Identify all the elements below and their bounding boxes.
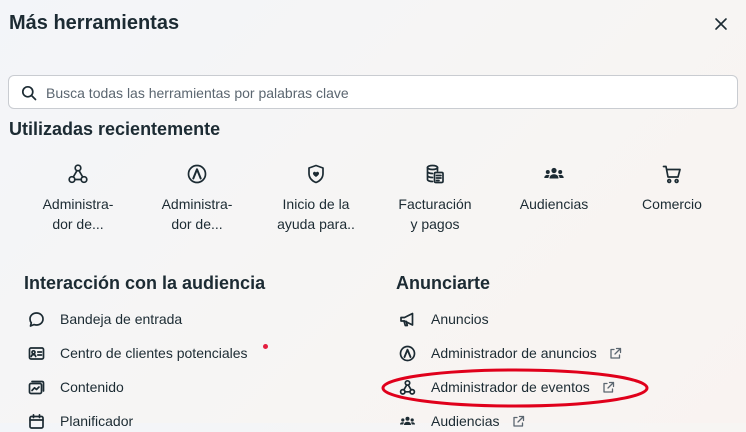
menu-item-audiences[interactable]: Audiencias xyxy=(399,410,525,432)
menu-item-inbox[interactable]: Bandeja de entrada xyxy=(28,308,182,330)
events-manager-icon xyxy=(68,164,88,184)
menu-item-events-manager[interactable]: Administrador de eventos xyxy=(399,376,615,398)
advertise-section-title: Anunciarte xyxy=(396,273,491,293)
cart-icon xyxy=(662,165,681,184)
search-input[interactable] xyxy=(44,80,728,106)
billing-icon xyxy=(426,164,444,184)
engagement-section-title: Interacción con la audiencia xyxy=(24,273,266,293)
recent-item-commerce[interactable]: Comercio xyxy=(613,163,731,214)
recent-item-label: Administra- dor de... xyxy=(161,196,233,232)
search-icon xyxy=(21,85,37,101)
recent-item-label: Audiencias xyxy=(519,196,589,212)
menu-item-label: Anuncios xyxy=(431,311,489,327)
ads-manager-icon xyxy=(399,345,416,361)
close-icon[interactable] xyxy=(711,14,731,34)
recent-item-label: Inicio de la ayuda para.. xyxy=(277,196,355,232)
recent-item-audiences[interactable]: Audiencias xyxy=(495,163,613,214)
recent-item-ads-manager[interactable]: Administra- dor de... xyxy=(138,163,256,234)
chat-bubble-icon xyxy=(29,311,44,327)
calendar-icon xyxy=(29,413,44,429)
recent-section-title: Utilizadas recientemente xyxy=(9,119,221,139)
ads-manager-icon xyxy=(187,164,207,184)
audiences-icon xyxy=(400,416,415,425)
menu-item-label: Administrador de eventos xyxy=(431,379,590,395)
recent-item-events-manager[interactable]: Administra- dor de... xyxy=(19,163,137,234)
menu-item-label: Administrador de anuncios xyxy=(431,345,597,361)
menu-item-planner[interactable]: Planificador xyxy=(28,410,133,432)
recent-item-label: Administra- dor de... xyxy=(42,196,114,232)
menu-item-leads-center[interactable]: Centro de clientes potenciales xyxy=(28,342,248,364)
external-link-icon xyxy=(603,381,614,393)
notification-dot xyxy=(263,344,268,349)
menu-item-label: Contenido xyxy=(60,379,124,395)
external-link-icon xyxy=(512,415,524,427)
recent-item-help-center[interactable]: Inicio de la ayuda para.. xyxy=(257,163,375,234)
menu-item-ads-manager[interactable]: Administrador de anuncios xyxy=(399,342,622,364)
search-box xyxy=(8,75,738,109)
megaphone-icon xyxy=(400,312,414,326)
audiences-icon xyxy=(544,167,564,179)
contact-card-icon xyxy=(28,346,45,360)
recent-item-billing[interactable]: Facturación y pagos xyxy=(376,163,494,234)
shield-icon xyxy=(308,164,324,184)
menu-item-label: Bandeja de entrada xyxy=(60,311,183,327)
menu-item-label: Centro de clientes potenciales xyxy=(60,345,248,361)
recent-item-label: Facturación y pagos xyxy=(398,196,472,232)
events-manager-icon xyxy=(399,379,416,395)
menu-item-ads[interactable]: Anuncios xyxy=(399,308,489,330)
dialog-title: Más herramientas xyxy=(9,12,180,34)
recent-item-label: Comercio xyxy=(642,196,702,212)
menu-item-label: Audiencias xyxy=(431,413,500,429)
menu-item-content[interactable]: Contenido xyxy=(28,376,124,398)
content-icon xyxy=(28,380,45,394)
menu-item-label: Planificador xyxy=(60,413,134,429)
external-link-icon xyxy=(610,347,621,359)
